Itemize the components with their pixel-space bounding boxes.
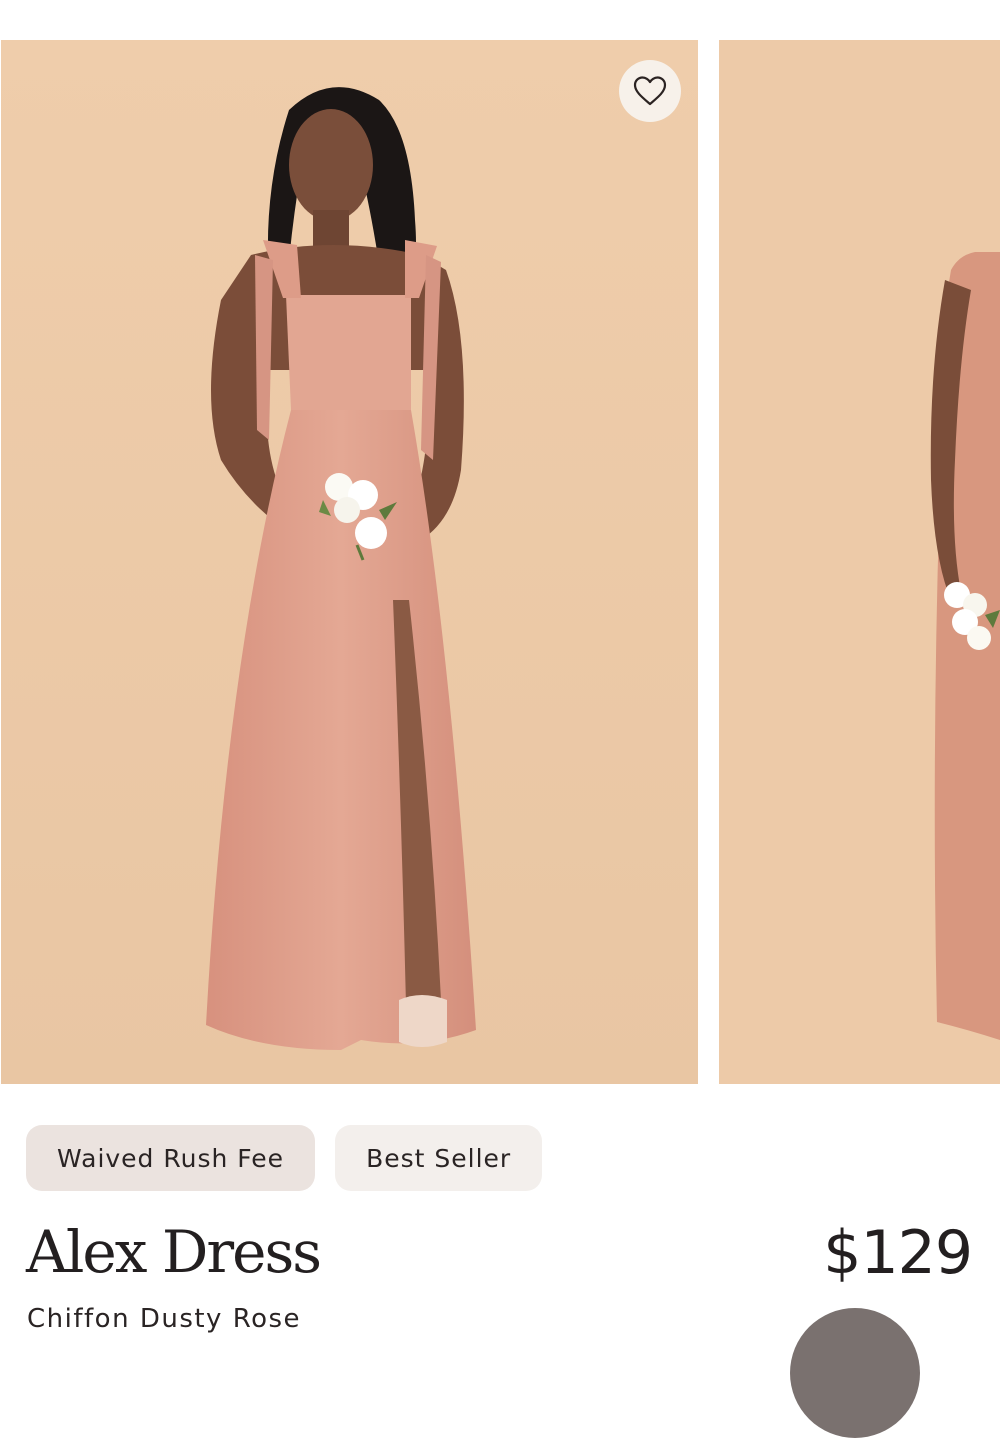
product-image-main[interactable] <box>1 40 698 1084</box>
product-image-secondary[interactable] <box>719 40 1000 1084</box>
badge-best-seller: Best Seller <box>335 1125 543 1191</box>
favorite-button[interactable] <box>619 60 681 122</box>
product-title[interactable]: Alex Dress <box>26 1218 322 1286</box>
product-badges: Waived Rush Fee Best Seller <box>26 1125 543 1191</box>
badge-waived-rush-fee: Waived Rush Fee <box>26 1125 316 1191</box>
color-swatch[interactable] <box>790 1308 920 1438</box>
model-photo-side <box>719 40 1000 1084</box>
model-photo <box>1 40 698 1084</box>
product-image-carousel[interactable] <box>0 40 1000 1084</box>
heart-icon <box>633 76 667 106</box>
product-color-subtitle: Chiffon Dusty Rose <box>27 1304 302 1334</box>
product-price: $129 <box>823 1218 973 1288</box>
